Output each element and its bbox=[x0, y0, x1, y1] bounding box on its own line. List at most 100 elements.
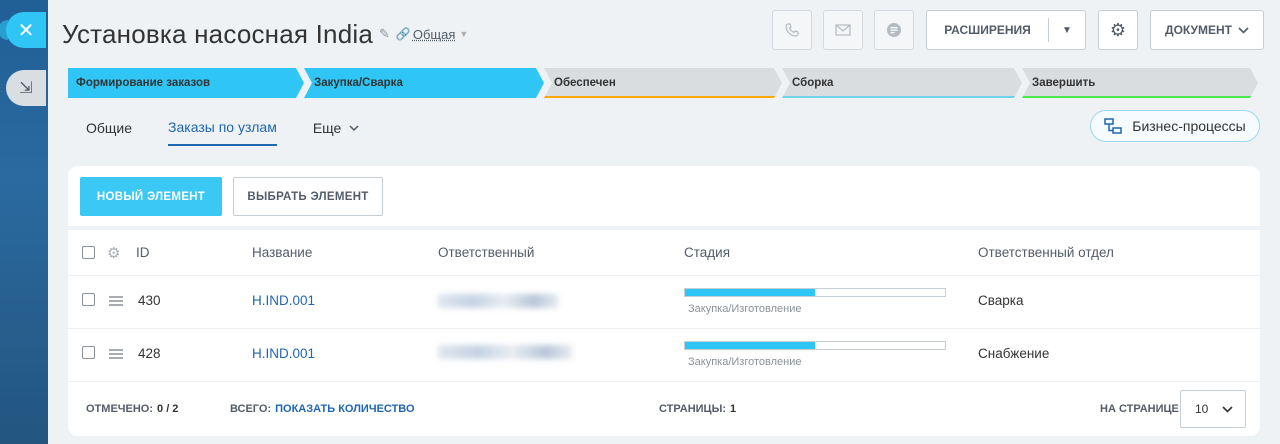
selected-value: 0 / 2 bbox=[157, 403, 179, 415]
stage-progress-bar: Формирование заказов Закупка/Сварка Обес… bbox=[68, 68, 1258, 98]
stage-progress-fill bbox=[685, 342, 815, 349]
extensions-button[interactable]: РАСШИРЕНИЯ ▼ bbox=[926, 10, 1086, 50]
document-label: ДОКУМЕНТ bbox=[1165, 23, 1232, 37]
business-process-icon bbox=[1104, 118, 1122, 134]
tab-general[interactable]: Общие bbox=[86, 118, 132, 146]
pages-value: 1 bbox=[730, 403, 737, 415]
chevron-down-icon[interactable]: ▼ bbox=[1049, 25, 1085, 36]
stage-item[interactable]: Закупка/Сварка bbox=[304, 68, 544, 98]
column-header-department[interactable]: Ответственный отдел bbox=[978, 230, 1114, 275]
row-drag-handle[interactable] bbox=[109, 328, 123, 380]
row-drag-handle[interactable] bbox=[109, 275, 123, 327]
row-stage[interactable]: Закупка/Изготовление bbox=[684, 329, 954, 381]
select-all-cell bbox=[82, 230, 95, 275]
per-page-value: 10 bbox=[1195, 402, 1209, 416]
stage-label: Сборка bbox=[792, 77, 834, 89]
gear-icon[interactable]: ⚙ bbox=[107, 230, 120, 275]
per-page-select[interactable]: 10 bbox=[1180, 390, 1246, 428]
business-processes-label: Бизнес-процессы bbox=[1132, 118, 1246, 134]
row-name-link[interactable]: H.IND.001 bbox=[252, 274, 315, 326]
page-header: Установка насосная India ✎ 🔗 Общая ▼ bbox=[62, 14, 468, 54]
total-label: ВСЕГО: bbox=[230, 403, 272, 415]
chat-icon bbox=[887, 23, 901, 37]
stage-progress bbox=[684, 341, 946, 350]
show-count-link[interactable]: ПОКАЗАТЬ КОЛИЧЕСТВО bbox=[275, 403, 414, 415]
stage-progress-fill bbox=[685, 289, 815, 296]
tab-label: Еще bbox=[312, 120, 342, 136]
row-id: 430 bbox=[138, 292, 161, 308]
row-id: 428 bbox=[138, 345, 161, 361]
collapse-slider-button[interactable]: ⇲ bbox=[6, 70, 46, 106]
stage-label: Формирование заказов bbox=[76, 77, 211, 89]
grid-footer: ОТМЕЧЕНО: 0 / 2 ВСЕГО: ПОКАЗАТЬ КОЛИЧЕСТ… bbox=[68, 382, 1260, 436]
selected-counter: ОТМЕЧЕНО: 0 / 2 bbox=[86, 382, 178, 436]
extensions-label: РАСШИРЕНИЯ bbox=[944, 23, 1031, 37]
business-processes-button[interactable]: Бизнес-процессы bbox=[1090, 110, 1260, 142]
column-header-name[interactable]: Название bbox=[252, 230, 312, 275]
settings-button[interactable]: ⚙ bbox=[1098, 10, 1138, 50]
grid-header: ⚙ ID Название Ответственный Стадия Ответ… bbox=[68, 230, 1260, 276]
row-responsible[interactable] bbox=[438, 329, 598, 381]
selected-label: ОТМЕЧЕНО: bbox=[86, 403, 154, 415]
chevron-down-icon[interactable]: ▼ bbox=[459, 29, 468, 39]
table-row[interactable]: 430 H.IND.001 Закупка/Изготовление Сварк… bbox=[68, 276, 1260, 329]
row-department: Сварка bbox=[978, 292, 1024, 308]
entity-tabs: Общие Заказы по узлам Еще bbox=[86, 118, 359, 146]
row-responsible[interactable] bbox=[438, 276, 598, 328]
row-checkbox[interactable] bbox=[82, 345, 95, 359]
blurred-user-name bbox=[438, 345, 572, 359]
pencil-icon[interactable]: ✎ bbox=[379, 26, 390, 42]
stage-label: Обеспечен bbox=[554, 77, 616, 89]
call-button[interactable] bbox=[772, 10, 812, 50]
chat-button[interactable] bbox=[874, 10, 914, 50]
row-checkbox[interactable] bbox=[82, 292, 95, 306]
stage-item[interactable]: Сборка bbox=[782, 68, 1022, 98]
pages-label: СТРАНИЦЫ: bbox=[659, 403, 727, 415]
stage-caption: Закупка/Изготовление bbox=[688, 303, 802, 315]
stage-item[interactable]: Завершить bbox=[1022, 68, 1258, 98]
blurred-user-name bbox=[438, 294, 558, 308]
gear-icon: ⚙ bbox=[1109, 19, 1127, 40]
collapse-icon: ⇲ bbox=[19, 80, 33, 97]
tab-node-orders[interactable]: Заказы по узлам bbox=[168, 118, 277, 146]
tab-label: Заказы по узлам bbox=[168, 119, 277, 135]
drag-handle-icon bbox=[109, 296, 123, 306]
close-icon: ✕ bbox=[17, 19, 35, 42]
main-panel: Установка насосная India ✎ 🔗 Общая ▼ РАС… bbox=[48, 0, 1280, 444]
new-element-button[interactable]: НОВЫЙ ЭЛЕМЕНТ bbox=[80, 177, 222, 216]
phone-icon bbox=[785, 23, 799, 37]
chevron-down-icon bbox=[349, 125, 359, 131]
pagination: СТРАНИЦЫ: 1 bbox=[659, 382, 736, 436]
select-all-checkbox[interactable] bbox=[82, 246, 95, 259]
tab-more[interactable]: Еще bbox=[313, 118, 360, 146]
stage-color-bar bbox=[1022, 96, 1252, 98]
link-icon[interactable]: 🔗 bbox=[396, 27, 411, 41]
row-checkbox-cell bbox=[82, 273, 95, 325]
select-element-button[interactable]: ВЫБРАТЬ ЭЛЕМЕНТ bbox=[233, 177, 383, 216]
smart-process-type-label[interactable]: Общая bbox=[413, 27, 456, 42]
chevron-down-icon bbox=[1222, 405, 1233, 413]
document-button[interactable]: ДОКУМЕНТ bbox=[1150, 10, 1264, 50]
row-name-link[interactable]: H.IND.001 bbox=[252, 327, 315, 379]
grid-actions-panel: НОВЫЙ ЭЛЕМЕНТ ВЫБРАТЬ ЭЛЕМЕНТ bbox=[68, 166, 1260, 226]
stage-item[interactable]: Формирование заказов bbox=[68, 68, 304, 98]
stage-caption: Закупка/Изготовление bbox=[688, 356, 802, 368]
table-row[interactable]: 428 H.IND.001 Закупка/Изготовление Снабж… bbox=[68, 329, 1260, 382]
mail-icon bbox=[835, 24, 851, 36]
row-stage[interactable]: Закупка/Изготовление bbox=[684, 276, 954, 328]
tab-label: Общие bbox=[86, 120, 133, 136]
stage-progress bbox=[684, 288, 946, 297]
stage-color-bar bbox=[782, 96, 1016, 98]
stage-color-bar bbox=[544, 96, 776, 98]
drag-handle-icon bbox=[109, 349, 123, 359]
column-header-responsible[interactable]: Ответственный bbox=[438, 230, 534, 275]
left-rail: ✕ ⇲ bbox=[0, 0, 48, 444]
stage-item[interactable]: Обеспечен bbox=[544, 68, 782, 98]
page-title: Установка насосная India bbox=[62, 18, 373, 49]
email-button[interactable] bbox=[823, 10, 863, 50]
close-slider-button[interactable]: ✕ bbox=[0, 12, 46, 48]
chevron-down-icon bbox=[1238, 26, 1249, 34]
column-header-id[interactable]: ID bbox=[136, 230, 150, 275]
column-header-stage[interactable]: Стадия bbox=[684, 230, 730, 275]
row-department: Снабжение bbox=[978, 345, 1050, 361]
